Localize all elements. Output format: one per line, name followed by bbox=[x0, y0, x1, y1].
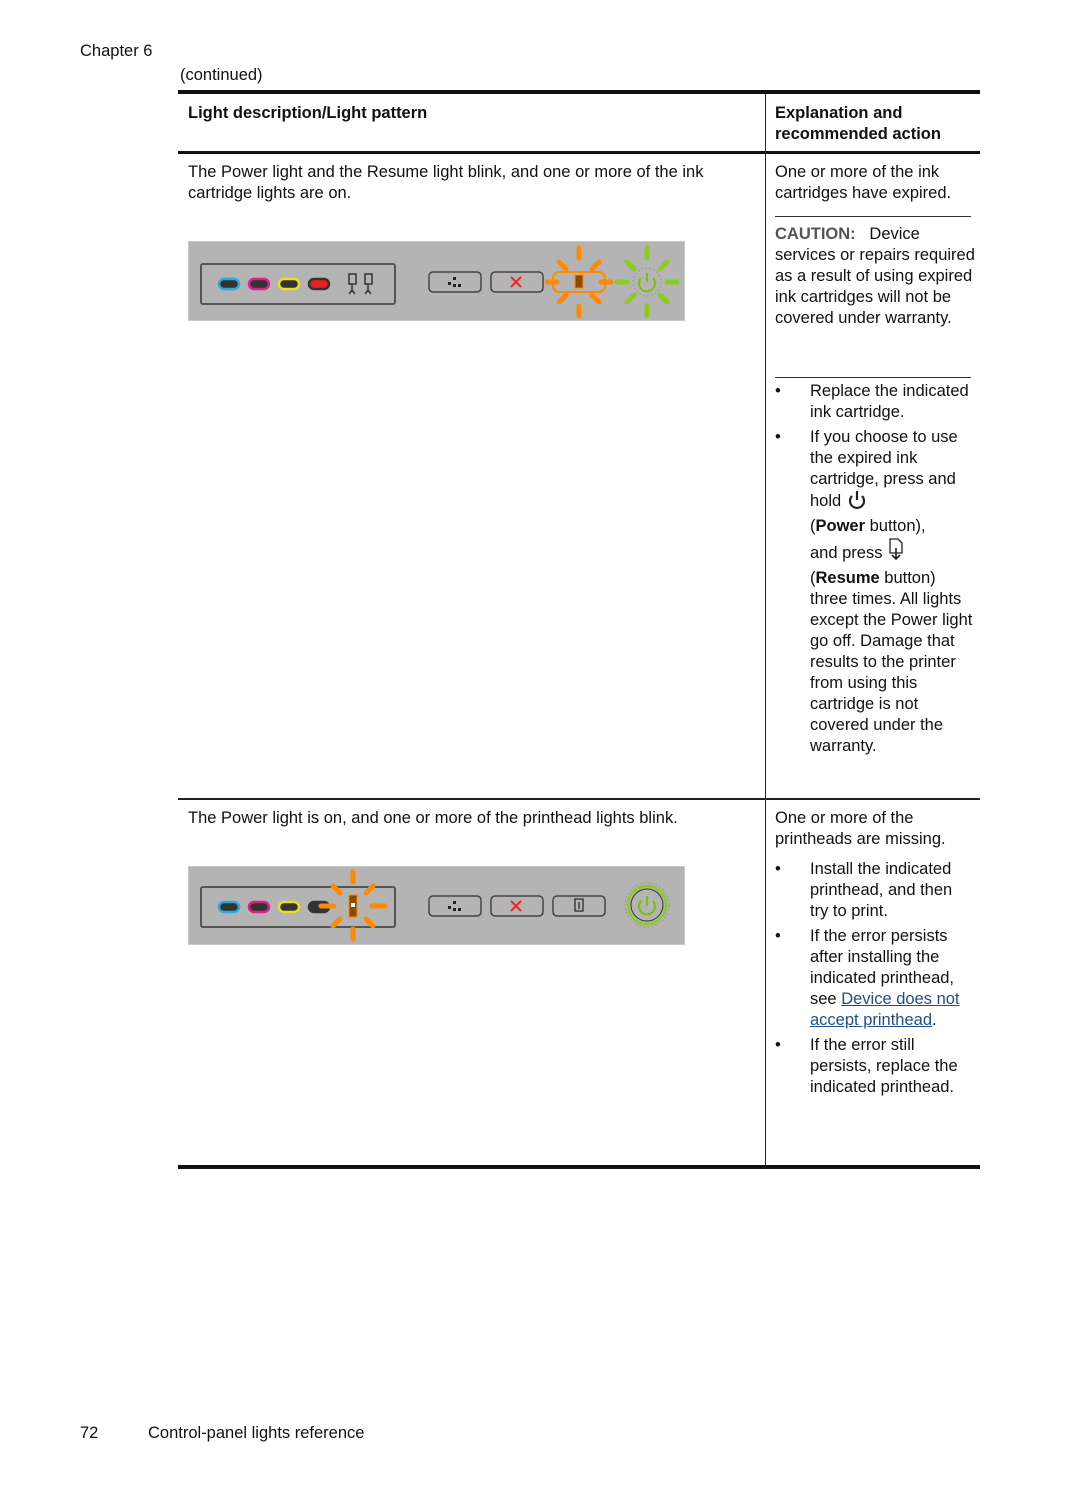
magenta-ink-light bbox=[247, 277, 271, 291]
power-button-on[interactable] bbox=[624, 882, 670, 928]
control-panel-illustration-1 bbox=[188, 241, 685, 321]
action-text: Replace the indicated ink cartridge. bbox=[810, 382, 969, 421]
power-button-blinking[interactable] bbox=[614, 245, 680, 319]
action-item: • Replace the indicated ink cartridge. bbox=[775, 381, 975, 423]
caution-label: CAUTION: bbox=[775, 225, 856, 243]
action-text: If you choose to use the expired ink car… bbox=[810, 428, 958, 510]
action-text: If the error still persists, replace the… bbox=[810, 1036, 958, 1096]
action-item: • Install the indicated printhead, and t… bbox=[775, 859, 975, 922]
cyan-ink-light bbox=[217, 900, 241, 914]
action-text: . bbox=[932, 1011, 937, 1029]
row1-actions: • Replace the indicated ink cartridge. •… bbox=[775, 381, 975, 761]
control-panel-illustration-2 bbox=[188, 866, 685, 945]
column-header-explanation: Explanation and recommended action bbox=[775, 104, 941, 143]
caution-bottom-rule bbox=[775, 377, 971, 378]
network-button[interactable] bbox=[428, 271, 482, 293]
resume-button-blinking[interactable] bbox=[544, 245, 614, 319]
bullet-icon: • bbox=[775, 382, 781, 400]
action-item: • If the error persists after installing… bbox=[775, 926, 975, 1031]
action-text: Install the indicated printhead, and the… bbox=[810, 860, 953, 920]
table-top-rule bbox=[178, 90, 980, 94]
action-text: three times. All lights except the Power… bbox=[810, 590, 973, 755]
column-header-description: Light description/Light pattern bbox=[188, 104, 428, 122]
action-item: • If you choose to use the expired ink c… bbox=[775, 427, 975, 757]
bullet-icon: • bbox=[775, 428, 781, 446]
cancel-button[interactable] bbox=[490, 271, 544, 293]
power-icon bbox=[846, 490, 868, 516]
bullet-icon: • bbox=[775, 860, 781, 878]
row2-actions: • Install the indicated printhead, and t… bbox=[775, 859, 975, 1102]
magenta-ink-light bbox=[247, 900, 271, 914]
yellow-ink-light bbox=[277, 900, 301, 914]
row2-explanation: One or more of the printheads are missin… bbox=[775, 809, 946, 848]
lights-table: Light description/Light pattern Explanat… bbox=[178, 90, 980, 1169]
bullet-icon: • bbox=[775, 1036, 781, 1054]
cancel-button[interactable] bbox=[490, 895, 544, 917]
action-item: • If the error still persists, replace t… bbox=[775, 1035, 975, 1098]
table-header-rule bbox=[178, 151, 980, 154]
chapter-label: Chapter 6 bbox=[80, 42, 153, 60]
row1-explanation: One or more of the ink cartridges have e… bbox=[775, 163, 952, 202]
continued-label: (continued) bbox=[180, 66, 263, 84]
power-button-label: Power bbox=[815, 517, 866, 535]
resume-button-label: Resume bbox=[815, 569, 880, 587]
printhead-light-blinking bbox=[318, 869, 388, 942]
caution-note: CAUTION: Device services or repairs requ… bbox=[775, 224, 975, 329]
column-divider bbox=[765, 94, 766, 1165]
table-bottom-rule bbox=[178, 1165, 980, 1169]
table-row-rule bbox=[178, 798, 980, 800]
network-button[interactable] bbox=[428, 895, 482, 917]
yellow-ink-light bbox=[277, 277, 301, 291]
page-number: 72 bbox=[80, 1424, 99, 1442]
resume-icon bbox=[574, 274, 584, 289]
black-ink-light-lit bbox=[307, 277, 331, 291]
button-suffix: button), bbox=[865, 517, 926, 535]
cyan-ink-light bbox=[217, 277, 241, 291]
row1-description: The Power light and the Resume light bli… bbox=[188, 163, 704, 202]
resume-icon bbox=[887, 538, 905, 568]
caution-top-rule bbox=[775, 216, 971, 217]
button-suffix: button) bbox=[879, 569, 936, 587]
footer-section-title: Control-panel lights reference bbox=[148, 1424, 365, 1442]
bullet-icon: • bbox=[775, 927, 781, 945]
row2-description: The Power light is on, and one or more o… bbox=[188, 809, 678, 827]
resume-button[interactable] bbox=[552, 895, 606, 917]
action-text: and press bbox=[810, 544, 883, 562]
